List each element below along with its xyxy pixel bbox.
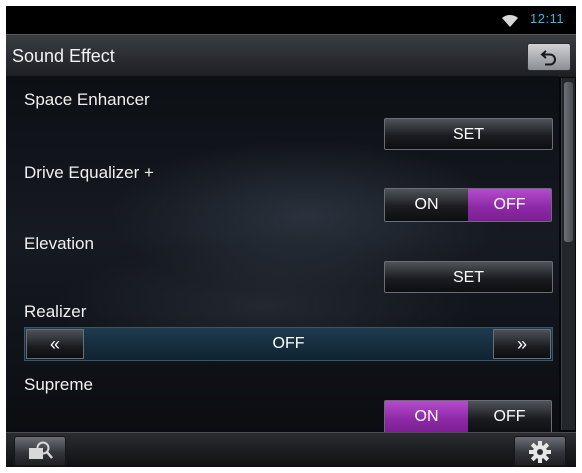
wifi-icon	[502, 14, 518, 27]
elevation-label: Elevation	[24, 234, 94, 253]
drive-equalizer-on-button[interactable]: ON	[385, 189, 468, 221]
settings-button[interactable]	[514, 436, 566, 466]
status-bar: 12:11	[6, 6, 576, 34]
back-arrow-icon	[540, 50, 556, 66]
supreme-label: Supreme	[24, 375, 93, 394]
realizer-label: Realizer	[24, 302, 87, 321]
back-button[interactable]	[527, 43, 571, 71]
speaker-search-button[interactable]	[14, 436, 66, 466]
page-title: Sound Effect	[12, 46, 115, 66]
supreme-toggle: ON OFF	[384, 400, 552, 434]
scrollbar-thumb[interactable]	[564, 82, 573, 242]
realizer-value: OFF	[272, 335, 305, 352]
supreme-on-button[interactable]: ON	[385, 401, 468, 433]
footer-bar	[6, 432, 576, 467]
realizer-prev-button[interactable]: «	[26, 329, 84, 359]
space-enhancer-set-button[interactable]: SET	[384, 118, 553, 150]
supreme-off-button[interactable]: OFF	[468, 401, 551, 433]
clock: 12:11	[530, 11, 565, 26]
screen: 12:11 Sound Effect Space Enhancer SET Dr…	[6, 6, 576, 467]
drive-equalizer-toggle: ON OFF	[384, 188, 552, 222]
drive-equalizer-label: Drive Equalizer +	[24, 163, 154, 182]
header: Sound Effect	[6, 34, 576, 78]
realizer-selector: OFF « »	[24, 327, 553, 361]
elevation-set-button[interactable]: SET	[384, 261, 553, 293]
gear-icon	[529, 441, 551, 463]
speaker-search-icon	[29, 441, 53, 459]
realizer-next-button[interactable]: »	[493, 329, 551, 359]
scrollbar[interactable]	[561, 78, 575, 430]
space-enhancer-label: Space Enhancer	[24, 90, 150, 109]
settings-list: Space Enhancer SET Drive Equalizer + ON …	[6, 76, 559, 434]
drive-equalizer-off-button[interactable]: OFF	[468, 189, 551, 221]
